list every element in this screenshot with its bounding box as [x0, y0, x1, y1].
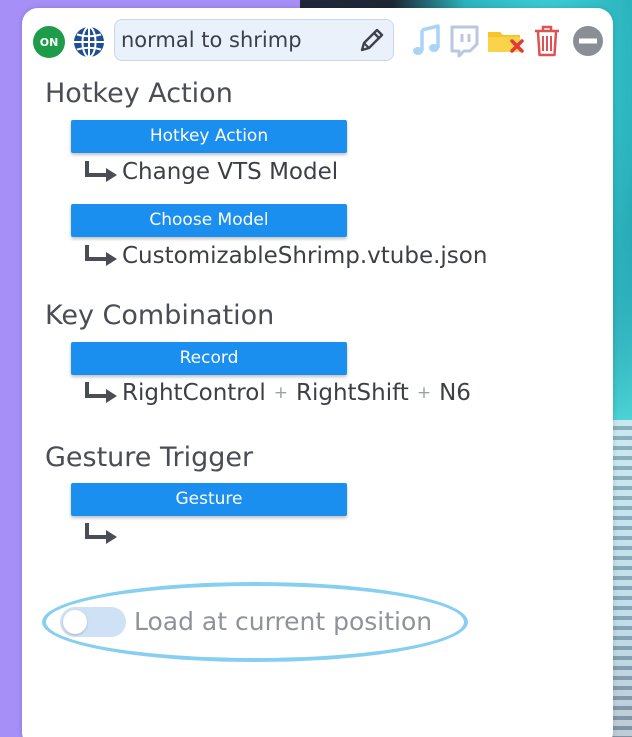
globe-icon[interactable] — [72, 25, 106, 59]
key-combination-heading: Key Combination — [45, 300, 275, 331]
background-artwork-detail — [612, 420, 632, 737]
return-arrow-icon — [85, 245, 117, 266]
music-note-icon[interactable] — [410, 24, 444, 58]
status-on-badge[interactable]: ON — [33, 26, 65, 58]
choose-model-button[interactable]: Choose Model — [71, 204, 347, 237]
key-combination-value-row: RightControl + RightShift + N6 — [84, 376, 471, 410]
gesture-value-row — [84, 517, 122, 551]
remove-circle-icon[interactable] — [572, 24, 604, 58]
hotkey-name-input[interactable] — [121, 25, 351, 55]
hotkey-action-value: Change VTS Model — [122, 159, 339, 185]
load-at-position-label: Load at current position — [134, 607, 433, 636]
twitch-icon[interactable] — [447, 24, 481, 58]
folder-remove-icon[interactable] — [486, 24, 526, 58]
gesture-button[interactable]: Gesture — [71, 483, 347, 516]
hotkey-action-button[interactable]: Hotkey Action — [71, 120, 347, 153]
hotkey-action-heading: Hotkey Action — [45, 78, 233, 109]
hotkey-action-value-row: Change VTS Model — [84, 155, 338, 189]
return-arrow-icon — [85, 161, 117, 182]
key-1: RightControl — [122, 380, 266, 406]
return-arrow-icon — [85, 523, 117, 544]
toggle-knob[interactable] — [63, 610, 87, 634]
model-file-value: CustomizableShrimp.vtube.json — [122, 243, 488, 269]
pencil-icon[interactable] — [357, 25, 387, 55]
key-2: RightShift — [295, 380, 409, 406]
key-separator: + — [416, 383, 432, 403]
hotkey-name-field[interactable] — [114, 19, 394, 61]
key-3: N6 — [439, 380, 471, 406]
app-background: ON normal to shrimp Hotkey Action Hotkey… — [0, 0, 632, 737]
trash-icon[interactable] — [532, 24, 562, 58]
gesture-trigger-heading: Gesture Trigger — [45, 442, 254, 473]
key-separator: + — [273, 383, 288, 403]
model-value-row: CustomizableShrimp.vtube.json — [84, 239, 487, 273]
return-arrow-icon — [85, 382, 117, 403]
record-button[interactable]: Record — [71, 342, 347, 375]
